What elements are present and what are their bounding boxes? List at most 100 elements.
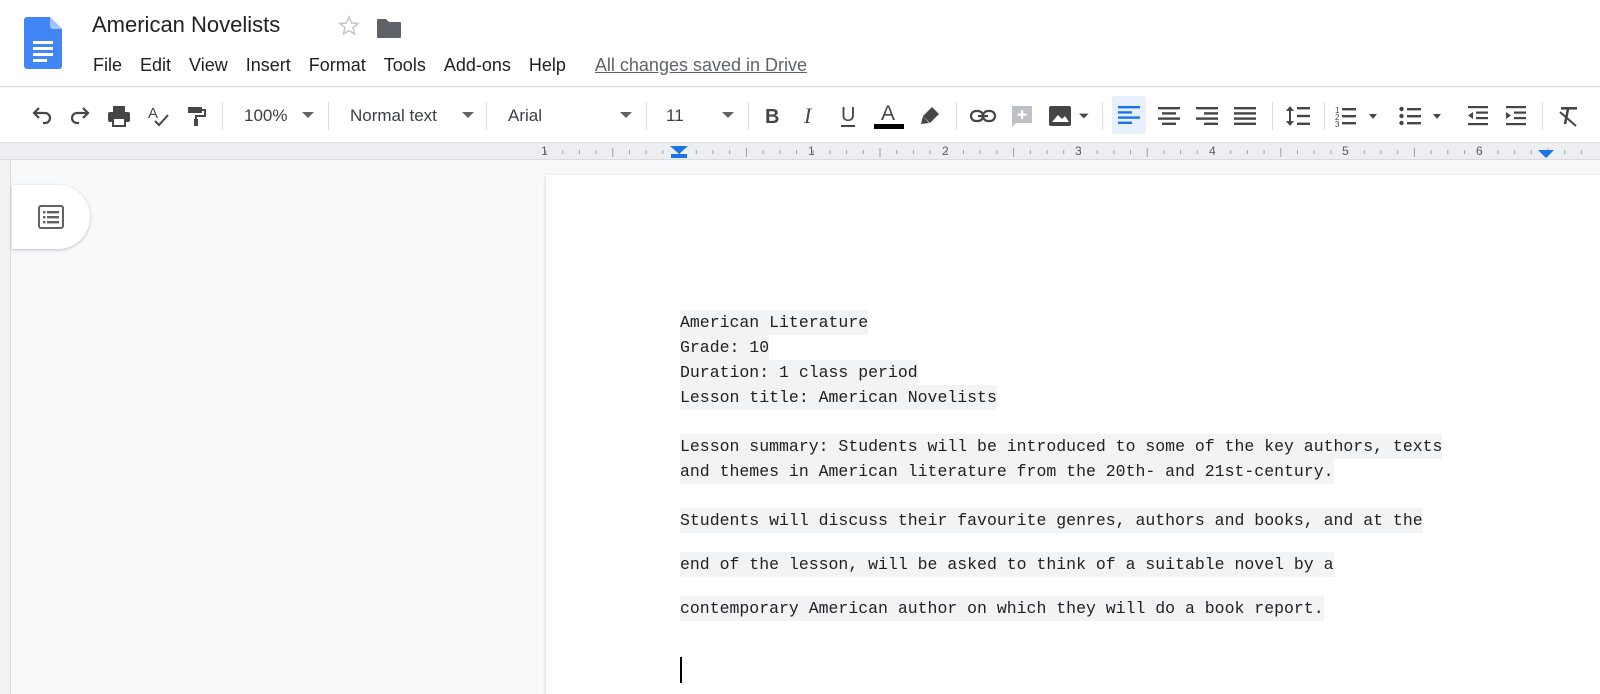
font-value: Arial xyxy=(508,105,543,125)
menu-add-ons[interactable]: Add-ons xyxy=(435,52,520,78)
chevron-down-icon xyxy=(620,112,632,118)
toolbar-separator xyxy=(1542,102,1543,130)
italic-icon: I xyxy=(803,104,813,128)
text-line[interactable]: American Literature xyxy=(680,310,869,335)
header-block: American Literature Grade: 10 Duration: … xyxy=(680,310,1442,410)
highlight-color-button[interactable] xyxy=(916,88,944,143)
folder-icon[interactable] xyxy=(376,17,402,39)
numbered-list-icon: 123 xyxy=(1335,106,1377,128)
align-center-icon xyxy=(1158,106,1180,125)
left-indent-marker[interactable] xyxy=(671,154,687,158)
zoom-value: 100% xyxy=(244,105,288,125)
menu-edit[interactable]: Edit xyxy=(131,52,180,78)
title-bar: American Novelists File Edit View Insert… xyxy=(0,0,1600,87)
svg-text:A: A xyxy=(148,105,158,122)
menu-insert[interactable]: Insert xyxy=(237,52,300,78)
justify-icon xyxy=(1234,106,1256,125)
right-indent-marker[interactable] xyxy=(1538,150,1554,158)
text-line[interactable]: Duration: 1 class period xyxy=(680,360,918,385)
text-line[interactable]: end of the lesson, will be asked to thin… xyxy=(680,552,1334,577)
vertical-ruler[interactable] xyxy=(0,160,11,694)
document-page[interactable]: American Literature Grade: 10 Duration: … xyxy=(546,175,1600,694)
svg-text:U: U xyxy=(841,104,855,126)
insert-link-button[interactable] xyxy=(968,88,998,143)
ruler-number: 1 xyxy=(808,144,815,158)
italic-button[interactable]: I xyxy=(796,88,824,143)
bold-icon: B xyxy=(765,106,779,128)
font-select[interactable]: Arial xyxy=(508,88,632,143)
ruler-number: 5 xyxy=(1342,144,1349,158)
save-status-link[interactable]: All changes saved in Drive xyxy=(595,55,807,76)
menu-view[interactable]: View xyxy=(180,52,237,78)
undo-button[interactable] xyxy=(28,88,56,143)
toolbar: A 100% Normal text Arial 11 B I U A 1 2 … xyxy=(0,88,1600,143)
undo-icon xyxy=(32,106,52,124)
redo-icon xyxy=(70,106,90,124)
menu-format[interactable]: Format xyxy=(300,52,375,78)
align-center-button[interactable] xyxy=(1154,88,1184,143)
outline-list-icon xyxy=(38,205,64,229)
align-left-button[interactable] xyxy=(1112,96,1146,134)
toolbar-separator xyxy=(486,102,487,130)
align-right-button[interactable] xyxy=(1192,88,1222,143)
print-icon xyxy=(108,105,130,127)
align-right-icon xyxy=(1196,106,1218,125)
text-cursor xyxy=(680,657,682,683)
document-title[interactable]: American Novelists xyxy=(92,12,280,38)
insert-image-button[interactable] xyxy=(1046,88,1092,143)
bold-button[interactable]: B xyxy=(758,88,786,143)
toolbar-separator xyxy=(328,102,329,130)
chevron-down-icon xyxy=(302,112,314,118)
line-spacing-button[interactable] xyxy=(1282,88,1314,143)
menu-file[interactable]: File xyxy=(84,52,131,78)
image-icon xyxy=(1049,105,1089,126)
toolbar-separator xyxy=(222,102,223,130)
ruler-number: 4 xyxy=(1209,144,1216,158)
menu-help[interactable]: Help xyxy=(520,52,575,78)
redo-button[interactable] xyxy=(66,88,94,143)
increase-indent-button[interactable] xyxy=(1502,88,1530,143)
menu-bar: File Edit View Insert Format Tools Add-o… xyxy=(84,52,807,78)
zoom-select[interactable]: 100% xyxy=(244,88,314,143)
svg-text:3: 3 xyxy=(1335,120,1340,128)
text-line[interactable]: Students will discuss their favourite ge… xyxy=(680,508,1423,533)
menu-tools[interactable]: Tools xyxy=(375,52,435,78)
toolbar-separator xyxy=(1102,102,1103,130)
ruler-number: 3 xyxy=(1075,144,1082,158)
add-comment-button[interactable] xyxy=(1008,88,1036,143)
toolbar-separator xyxy=(646,102,647,130)
chevron-down-icon xyxy=(722,112,734,118)
spellcheck-icon: A xyxy=(148,105,169,126)
clear-formatting-button[interactable] xyxy=(1554,88,1584,143)
bulleted-list-icon xyxy=(1399,106,1441,125)
ruler-ticks xyxy=(545,146,1582,158)
docs-logo-icon[interactable] xyxy=(24,17,62,69)
justify-button[interactable] xyxy=(1230,88,1260,143)
toolbar-separator xyxy=(956,102,957,130)
spellcheck-button[interactable]: A xyxy=(144,88,172,143)
text-line[interactable]: Lesson summary: Students will be introdu… xyxy=(680,434,1443,459)
paragraph-style-value: Normal text xyxy=(350,105,437,125)
text-line[interactable]: contemporary American author on which th… xyxy=(680,596,1324,621)
paint-format-button[interactable] xyxy=(182,88,210,143)
print-button[interactable] xyxy=(104,88,134,143)
text-line[interactable]: Lesson title: American Novelists xyxy=(680,385,997,410)
underline-button[interactable]: U xyxy=(834,88,862,143)
font-size-select[interactable]: 11 xyxy=(666,88,734,143)
decrease-indent-button[interactable] xyxy=(1464,88,1492,143)
numbered-list-button[interactable]: 123 xyxy=(1334,88,1384,143)
text-color-button[interactable]: A xyxy=(872,88,906,143)
ruler-number: 1 xyxy=(541,144,548,158)
paragraph-style-select[interactable]: Normal text xyxy=(350,88,474,143)
horizontal-ruler[interactable]: 1 1 2 3 4 5 6 xyxy=(0,143,1600,160)
bulleted-list-button[interactable] xyxy=(1398,88,1448,143)
underline-icon: U xyxy=(841,104,855,127)
text-color-icon: A xyxy=(874,102,904,129)
first-line-indent-marker[interactable] xyxy=(670,146,688,154)
text-line[interactable]: Grade: 10 xyxy=(680,335,770,360)
ruler-number: 6 xyxy=(1476,144,1483,158)
star-icon[interactable] xyxy=(337,14,361,38)
document-outline-button[interactable] xyxy=(12,185,90,249)
text-line[interactable]: and themes in American literature from t… xyxy=(680,459,1334,484)
document-body[interactable]: American Literature Grade: 10 Duration: … xyxy=(680,310,1443,621)
